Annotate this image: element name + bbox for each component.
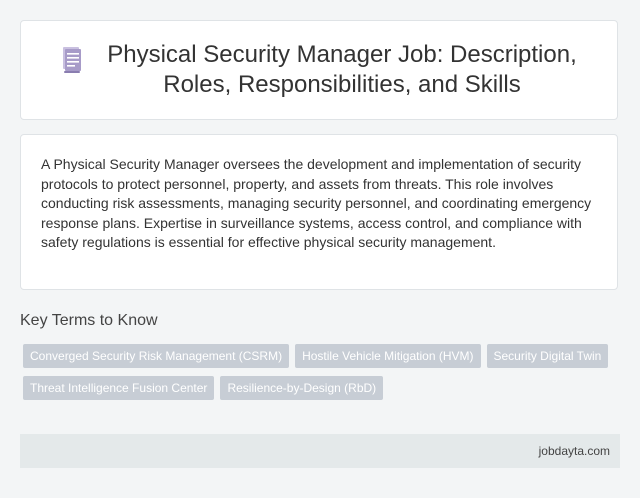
description-card: A Physical Security Manager oversees the… — [20, 134, 618, 290]
key-terms-tags: Converged Security Risk Management (CSRM… — [23, 344, 623, 408]
site-link[interactable]: jobdayta.com — [539, 444, 610, 458]
key-terms-heading: Key Terms to Know — [20, 312, 158, 329]
tag-row: Threat Intelligence Fusion Center Resili… — [23, 376, 623, 400]
title-row: Physical Security Manager Job: Descripti… — [61, 40, 577, 100]
tag-row: Converged Security Risk Management (CSRM… — [23, 344, 623, 368]
key-term-tag[interactable]: Resilience-by-Design (RbD) — [220, 376, 384, 400]
key-term-tag[interactable]: Security Digital Twin — [486, 344, 609, 368]
key-term-tag[interactable]: Threat Intelligence Fusion Center — [23, 376, 215, 400]
key-term-tag[interactable]: Converged Security Risk Management (CSRM… — [23, 344, 290, 368]
key-term-tag[interactable]: Hostile Vehicle Mitigation (HVM) — [295, 344, 481, 368]
title-card: Physical Security Manager Job: Descripti… — [20, 20, 618, 120]
job-description: A Physical Security Manager oversees the… — [41, 156, 592, 251]
document-icon — [63, 47, 81, 73]
page-title: Physical Security Manager Job: Descripti… — [107, 41, 577, 98]
footer-bar: jobdayta.com — [20, 434, 620, 468]
